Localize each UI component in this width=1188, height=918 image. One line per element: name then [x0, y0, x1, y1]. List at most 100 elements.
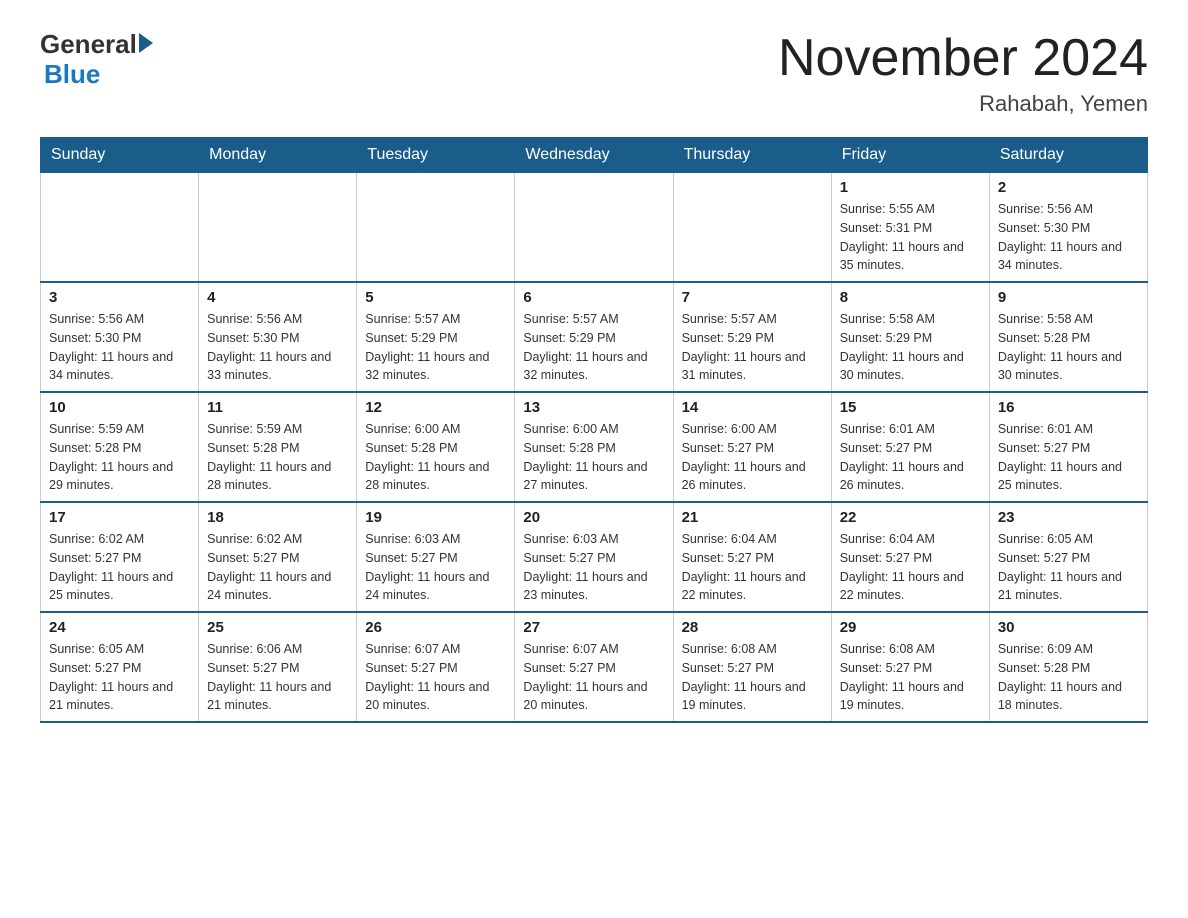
day-number: 2 — [998, 179, 1139, 196]
day-info: Sunset: 5:28 PM — [523, 439, 664, 458]
day-info: Daylight: 11 hours and 26 minutes. — [682, 458, 823, 496]
day-info: Daylight: 11 hours and 30 minutes. — [840, 348, 981, 386]
header-cell-monday: Monday — [199, 138, 357, 173]
calendar-cell — [357, 173, 515, 283]
day-info: Sunset: 5:27 PM — [840, 439, 981, 458]
day-info: Daylight: 11 hours and 19 minutes. — [682, 678, 823, 716]
calendar-cell: 13Sunrise: 6:00 AMSunset: 5:28 PMDayligh… — [515, 392, 673, 502]
day-number: 4 — [207, 289, 348, 306]
calendar-cell: 8Sunrise: 5:58 AMSunset: 5:29 PMDaylight… — [831, 282, 989, 392]
day-info: Sunset: 5:30 PM — [207, 329, 348, 348]
calendar-cell: 4 Sunrise: 5:56 AMSunset: 5:30 PMDaylight… — [199, 282, 357, 392]
logo-arrow-icon — [139, 33, 153, 53]
calendar-cell: 2Sunrise: 5:56 AMSunset: 5:30 PMDaylight… — [989, 173, 1147, 283]
calendar-cell: 26Sunrise: 6:07 AMSunset: 5:27 PMDayligh… — [357, 612, 515, 722]
calendar-cell: 1Sunrise: 5:55 AMSunset: 5:31 PMDaylight… — [831, 173, 989, 283]
calendar-cell: 27Sunrise: 6:07 AMSunset: 5:27 PMDayligh… — [515, 612, 673, 722]
day-info: Daylight: 11 hours and 19 minutes. — [840, 678, 981, 716]
calendar-cell: 10Sunrise: 5:59 AMSunset: 5:28 PMDayligh… — [41, 392, 199, 502]
day-number: 9 — [998, 289, 1139, 306]
day-info: Sunset: 5:28 PM — [49, 439, 190, 458]
day-info: Sunrise: 6:05 AM — [998, 530, 1139, 549]
calendar-cell: 17Sunrise: 6:02 AMSunset: 5:27 PMDayligh… — [41, 502, 199, 612]
day-number: 8 — [840, 289, 981, 306]
day-info: Sunrise: 5:55 AM — [840, 200, 981, 219]
day-number: 3 — [49, 289, 190, 306]
calendar-week-row: 3Sunrise: 5:56 AMSunset: 5:30 PMDaylight… — [41, 282, 1148, 392]
day-info: Sunrise: 6:07 AM — [365, 640, 506, 659]
day-number: 24 — [49, 619, 190, 636]
day-number: 30 — [998, 619, 1139, 636]
day-info: Sunrise: 6:08 AM — [840, 640, 981, 659]
day-number: 10 — [49, 399, 190, 416]
day-info: Sunset: 5:27 PM — [682, 439, 823, 458]
day-info: Sunset: 5:30 PM — [49, 329, 190, 348]
day-info: Sunset: 5:27 PM — [998, 549, 1139, 568]
logo-blue: Blue — [44, 60, 100, 90]
calendar-cell: 16Sunrise: 6:01 AMSunset: 5:27 PMDayligh… — [989, 392, 1147, 502]
day-info: Sunrise: 6:07 AM — [523, 640, 664, 659]
day-number: 21 — [682, 509, 823, 526]
day-info: Sunrise: 6:05 AM — [49, 640, 190, 659]
day-info: Sunrise: 5:59 AM — [207, 420, 348, 439]
day-number: 16 — [998, 399, 1139, 416]
day-number: 17 — [49, 509, 190, 526]
day-info: Sunset: 5:27 PM — [49, 659, 190, 678]
day-number: 26 — [365, 619, 506, 636]
day-number: 25 — [207, 619, 348, 636]
day-info: Daylight: 11 hours and 34 minutes. — [49, 348, 190, 386]
day-number: 23 — [998, 509, 1139, 526]
day-info: Sunrise: 6:02 AM — [207, 530, 348, 549]
day-number: 12 — [365, 399, 506, 416]
day-number: 29 — [840, 619, 981, 636]
calendar-cell: 12Sunrise: 6:00 AMSunset: 5:28 PMDayligh… — [357, 392, 515, 502]
calendar-cell: 20Sunrise: 6:03 AMSunset: 5:27 PMDayligh… — [515, 502, 673, 612]
day-info: Daylight: 11 hours and 30 minutes. — [998, 348, 1139, 386]
day-info: Sunrise: 6:00 AM — [682, 420, 823, 439]
day-info: Daylight: 11 hours and 23 minutes. — [523, 568, 664, 606]
day-info: Sunrise: 6:04 AM — [840, 530, 981, 549]
day-number: 7 — [682, 289, 823, 306]
day-info: Sunset: 5:27 PM — [998, 439, 1139, 458]
calendar-cell — [515, 173, 673, 283]
header: General Blue November 2024 Rahabah, Yeme… — [40, 30, 1148, 117]
day-info: Daylight: 11 hours and 24 minutes. — [365, 568, 506, 606]
day-info: Sunrise: 5:56 AM — [49, 310, 190, 329]
day-number: 28 — [682, 619, 823, 636]
day-info: Daylight: 11 hours and 35 minutes. — [840, 238, 981, 276]
day-info: Sunrise: 5:56 AM — [207, 310, 348, 329]
calendar-cell: 6Sunrise: 5:57 AMSunset: 5:29 PMDaylight… — [515, 282, 673, 392]
calendar-week-row: 17Sunrise: 6:02 AMSunset: 5:27 PMDayligh… — [41, 502, 1148, 612]
day-number: 20 — [523, 509, 664, 526]
day-info: Sunset: 5:27 PM — [207, 549, 348, 568]
day-info: Sunrise: 5:59 AM — [49, 420, 190, 439]
day-info: Sunset: 5:27 PM — [523, 659, 664, 678]
calendar-cell: 22Sunrise: 6:04 AMSunset: 5:27 PMDayligh… — [831, 502, 989, 612]
day-info: Daylight: 11 hours and 28 minutes. — [365, 458, 506, 496]
day-info: Daylight: 11 hours and 24 minutes. — [207, 568, 348, 606]
header-cell-tuesday: Tuesday — [357, 138, 515, 173]
day-info: Daylight: 11 hours and 21 minutes. — [49, 678, 190, 716]
day-info: Sunrise: 5:57 AM — [523, 310, 664, 329]
calendar-cell: 28Sunrise: 6:08 AMSunset: 5:27 PMDayligh… — [673, 612, 831, 722]
day-info: Sunrise: 6:02 AM — [49, 530, 190, 549]
header-cell-friday: Friday — [831, 138, 989, 173]
day-info: Sunset: 5:29 PM — [365, 329, 506, 348]
calendar-header-row: SundayMondayTuesdayWednesdayThursdayFrid… — [41, 138, 1148, 173]
calendar-cell: 18Sunrise: 6:02 AMSunset: 5:27 PMDayligh… — [199, 502, 357, 612]
day-number: 13 — [523, 399, 664, 416]
calendar-week-row: 10Sunrise: 5:59 AMSunset: 5:28 PMDayligh… — [41, 392, 1148, 502]
day-info: Sunset: 5:29 PM — [523, 329, 664, 348]
header-cell-saturday: Saturday — [989, 138, 1147, 173]
header-cell-sunday: Sunday — [41, 138, 199, 173]
day-info: Sunrise: 6:09 AM — [998, 640, 1139, 659]
day-info: Sunset: 5:30 PM — [998, 219, 1139, 238]
calendar-cell: 25Sunrise: 6:06 AMSunset: 5:27 PMDayligh… — [199, 612, 357, 722]
day-info: Daylight: 11 hours and 18 minutes. — [998, 678, 1139, 716]
calendar-cell: 29Sunrise: 6:08 AMSunset: 5:27 PMDayligh… — [831, 612, 989, 722]
day-info: Daylight: 11 hours and 32 minutes. — [365, 348, 506, 386]
day-info: Daylight: 11 hours and 33 minutes. — [207, 348, 348, 386]
logo-general: General — [40, 30, 137, 60]
calendar-cell: 14Sunrise: 6:00 AMSunset: 5:27 PMDayligh… — [673, 392, 831, 502]
day-info: Daylight: 11 hours and 22 minutes. — [682, 568, 823, 606]
